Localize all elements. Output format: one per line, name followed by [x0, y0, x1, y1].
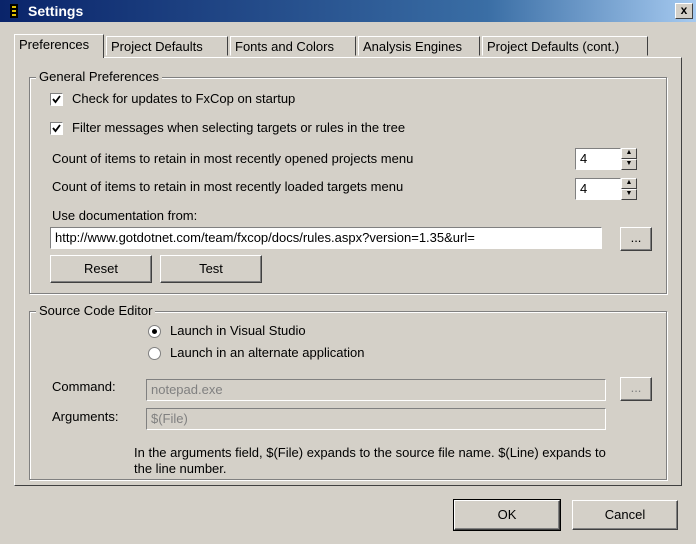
- tab-project-defaults-cont[interactable]: Project Defaults (cont.): [482, 36, 648, 56]
- close-button[interactable]: x: [675, 3, 693, 19]
- reset-button[interactable]: Reset: [50, 255, 152, 283]
- command-browse-button[interactable]: ...: [620, 377, 652, 401]
- test-button[interactable]: Test: [160, 255, 262, 283]
- launch-alt-radio[interactable]: [148, 347, 161, 360]
- tab-analysis-engines[interactable]: Analysis Engines: [358, 36, 480, 56]
- tab-fonts-and-colors[interactable]: Fonts and Colors: [230, 36, 356, 56]
- recent-projects-label: Count of items to retain in most recentl…: [52, 151, 414, 166]
- arguments-label: Arguments:: [52, 409, 119, 424]
- source-code-editor-group: Source Code Editor Launch in Visual Stud…: [29, 303, 667, 480]
- arguments-input[interactable]: $(File): [146, 408, 606, 430]
- spin-up-icon[interactable]: ▲: [621, 148, 637, 159]
- check-updates-checkbox[interactable]: [50, 93, 63, 106]
- help-text-line1: In the arguments field, $(File) expands …: [134, 445, 606, 460]
- check-updates-label[interactable]: Check for updates to FxCop on startup: [72, 91, 295, 106]
- cancel-button[interactable]: Cancel: [572, 500, 678, 530]
- title-bar[interactable]: Settings x: [0, 0, 696, 22]
- launch-alt-label[interactable]: Launch in an alternate application: [170, 345, 364, 360]
- preferences-panel: General Preferences Check for updates to…: [14, 57, 682, 486]
- command-label: Command:: [52, 379, 116, 394]
- help-text-line2: the line number.: [134, 461, 227, 476]
- recent-projects-input[interactable]: 4: [575, 148, 621, 170]
- filter-messages-label[interactable]: Filter messages when selecting targets o…: [72, 120, 405, 135]
- filter-messages-checkbox[interactable]: [50, 122, 63, 135]
- general-preferences-legend: General Preferences: [36, 69, 162, 84]
- doc-url-input[interactable]: http://www.gotdotnet.com/team/fxcop/docs…: [50, 227, 602, 249]
- spin-down-icon[interactable]: ▼: [621, 159, 637, 170]
- checkmark-icon: [52, 124, 61, 133]
- recent-targets-input[interactable]: 4: [575, 178, 621, 200]
- launch-vs-label[interactable]: Launch in Visual Studio: [170, 323, 306, 338]
- app-icon: [10, 4, 18, 18]
- recent-targets-stepper[interactable]: 4 ▲ ▼: [575, 178, 637, 200]
- spin-down-icon[interactable]: ▼: [621, 189, 637, 200]
- recent-targets-label: Count of items to retain in most recentl…: [52, 179, 404, 194]
- checkmark-icon: [52, 95, 61, 104]
- general-preferences-group: General Preferences Check for updates to…: [29, 69, 667, 294]
- doc-source-label: Use documentation from:: [52, 208, 198, 223]
- command-input[interactable]: notepad.exe: [146, 379, 606, 401]
- settings-dialog: Settings x Preferences Project Defaults …: [0, 0, 696, 544]
- close-icon: x: [680, 3, 688, 17]
- spin-up-icon[interactable]: ▲: [621, 178, 637, 189]
- source-code-editor-legend: Source Code Editor: [36, 303, 156, 318]
- tab-preferences[interactable]: Preferences: [14, 34, 104, 58]
- recent-projects-stepper[interactable]: 4 ▲ ▼: [575, 148, 637, 170]
- doc-browse-button[interactable]: ...: [620, 227, 652, 251]
- window-title: Settings: [28, 3, 84, 19]
- ok-button[interactable]: OK: [453, 499, 561, 531]
- tab-project-defaults[interactable]: Project Defaults: [106, 36, 228, 56]
- launch-vs-radio[interactable]: [148, 325, 161, 338]
